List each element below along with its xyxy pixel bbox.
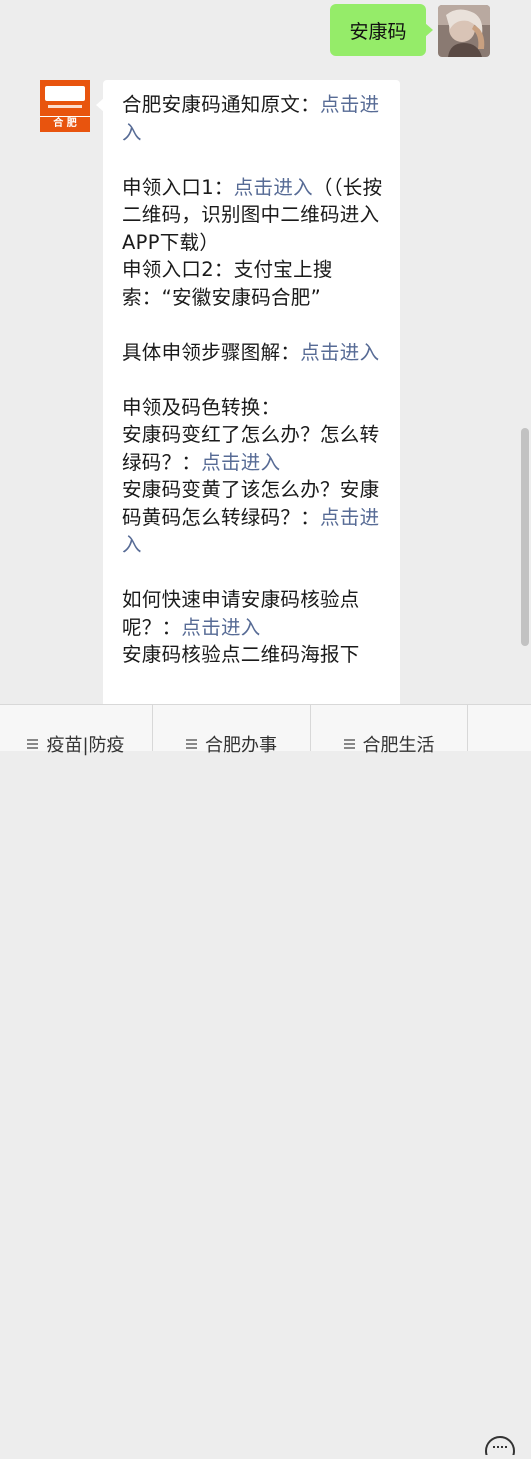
- tab-affairs[interactable]: 合肥办事: [153, 705, 311, 756]
- menu-icon: [27, 739, 39, 749]
- bot-message-bubble: 合肥安康码通知原文：点击进入 申领入口1：点击进入（（长按二维码，识别图中二维码…: [96, 80, 400, 720]
- steps-label: 具体申领步骤图解：: [122, 340, 301, 364]
- bottom-menu-bar: 疫苗|防疫 合肥办事 合肥生活: [0, 704, 531, 1459]
- tab-affairs-label: 合肥办事: [205, 735, 277, 756]
- red-code-link[interactable]: 点击进入: [201, 451, 280, 474]
- entry1-label: 申领入口1：: [122, 175, 234, 199]
- tab-life-label: 合肥生活: [362, 735, 435, 756]
- entry2-label: 申领入口2：支付宝上搜索：“安徽安康码合肥”: [122, 258, 333, 309]
- user-message-text: 安康码: [349, 20, 407, 43]
- tab-life[interactable]: 合肥生活: [311, 705, 468, 756]
- tab-vaccine-label: 疫苗|防疫: [46, 735, 125, 756]
- checkpoint-link[interactable]: 点击进入: [181, 616, 260, 639]
- scrollbar[interactable]: [521, 428, 529, 646]
- user-avatar[interactable]: [438, 5, 490, 57]
- logo-city-text: 合 肥: [53, 118, 77, 129]
- keyboard-toggle-button[interactable]: [468, 1409, 531, 1459]
- menu-icon: [186, 739, 197, 749]
- keyboard-icon: [485, 1436, 515, 1459]
- poster-label: 安康码核验点二维码海报下: [122, 643, 360, 666]
- bot-avatar[interactable]: 合 肥: [40, 80, 90, 132]
- entry1-link[interactable]: 点击进入: [234, 176, 313, 199]
- bot-message-text: 合肥安康码通知原文：点击进入 申领入口1：点击进入（（长按二维码，识别图中二维码…: [122, 91, 388, 669]
- steps-link[interactable]: 点击进入: [300, 341, 379, 364]
- logo-badge: [45, 86, 85, 101]
- logo-url-line: [48, 105, 82, 108]
- menu-icon: [343, 739, 355, 749]
- tab-vaccine[interactable]: 疫苗|防疫: [0, 705, 153, 756]
- convert-heading: 申领及码色转换：: [122, 395, 281, 419]
- user-message-bubble: 安康码: [330, 4, 433, 56]
- notice-label: 合肥安康码通知原文：: [122, 93, 321, 116]
